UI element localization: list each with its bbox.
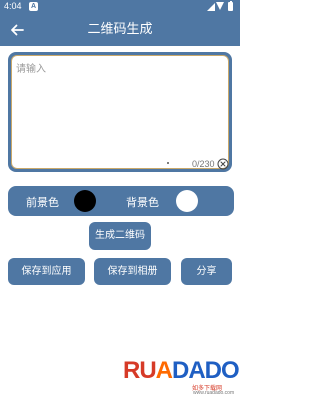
clear-circle-icon[interactable]: [217, 158, 229, 170]
screen: 4:04 A 二维码生成 请输入 0/230 前景色 背景色 生成二维码 保存到…: [0, 0, 240, 400]
watermark-brand: RUADADO: [123, 357, 240, 384]
generate-qr-button[interactable]: 生成二维码: [89, 222, 151, 250]
input-card: 请输入 0/230: [8, 52, 232, 172]
notification-icon: A: [29, 2, 38, 11]
watermark-domain: www.ruadado.com: [193, 390, 235, 396]
cursor-dot: [167, 162, 169, 164]
char-counter: 0/230: [192, 159, 215, 169]
app-bar: 二维码生成: [0, 14, 240, 46]
text-input[interactable]: 请输入 0/230: [11, 55, 229, 170]
input-placeholder: 请输入: [16, 64, 46, 75]
status-time: 4:04: [4, 1, 22, 11]
save-to-app-button[interactable]: 保存到应用: [8, 258, 85, 285]
foreground-color-label: 前景色: [26, 196, 59, 209]
status-bar: 4:04 A: [0, 0, 240, 14]
battery-icon: [228, 0, 233, 11]
wifi-icon: [215, 2, 224, 10]
background-color-swatch[interactable]: [176, 190, 198, 212]
background-color-label: 背景色: [126, 196, 159, 209]
signal-icon: [207, 3, 215, 11]
save-to-album-button[interactable]: 保存到相册: [94, 258, 171, 285]
arrow-left-icon[interactable]: [8, 21, 26, 39]
foreground-color-swatch[interactable]: [74, 190, 96, 212]
color-picker-row: 前景色 背景色: [8, 186, 234, 216]
share-button[interactable]: 分享: [181, 258, 232, 285]
page-title: 二维码生成: [87, 22, 153, 37]
watermark-logo: RUADADO 如多下载网 www.ruadado.com: [123, 357, 240, 397]
